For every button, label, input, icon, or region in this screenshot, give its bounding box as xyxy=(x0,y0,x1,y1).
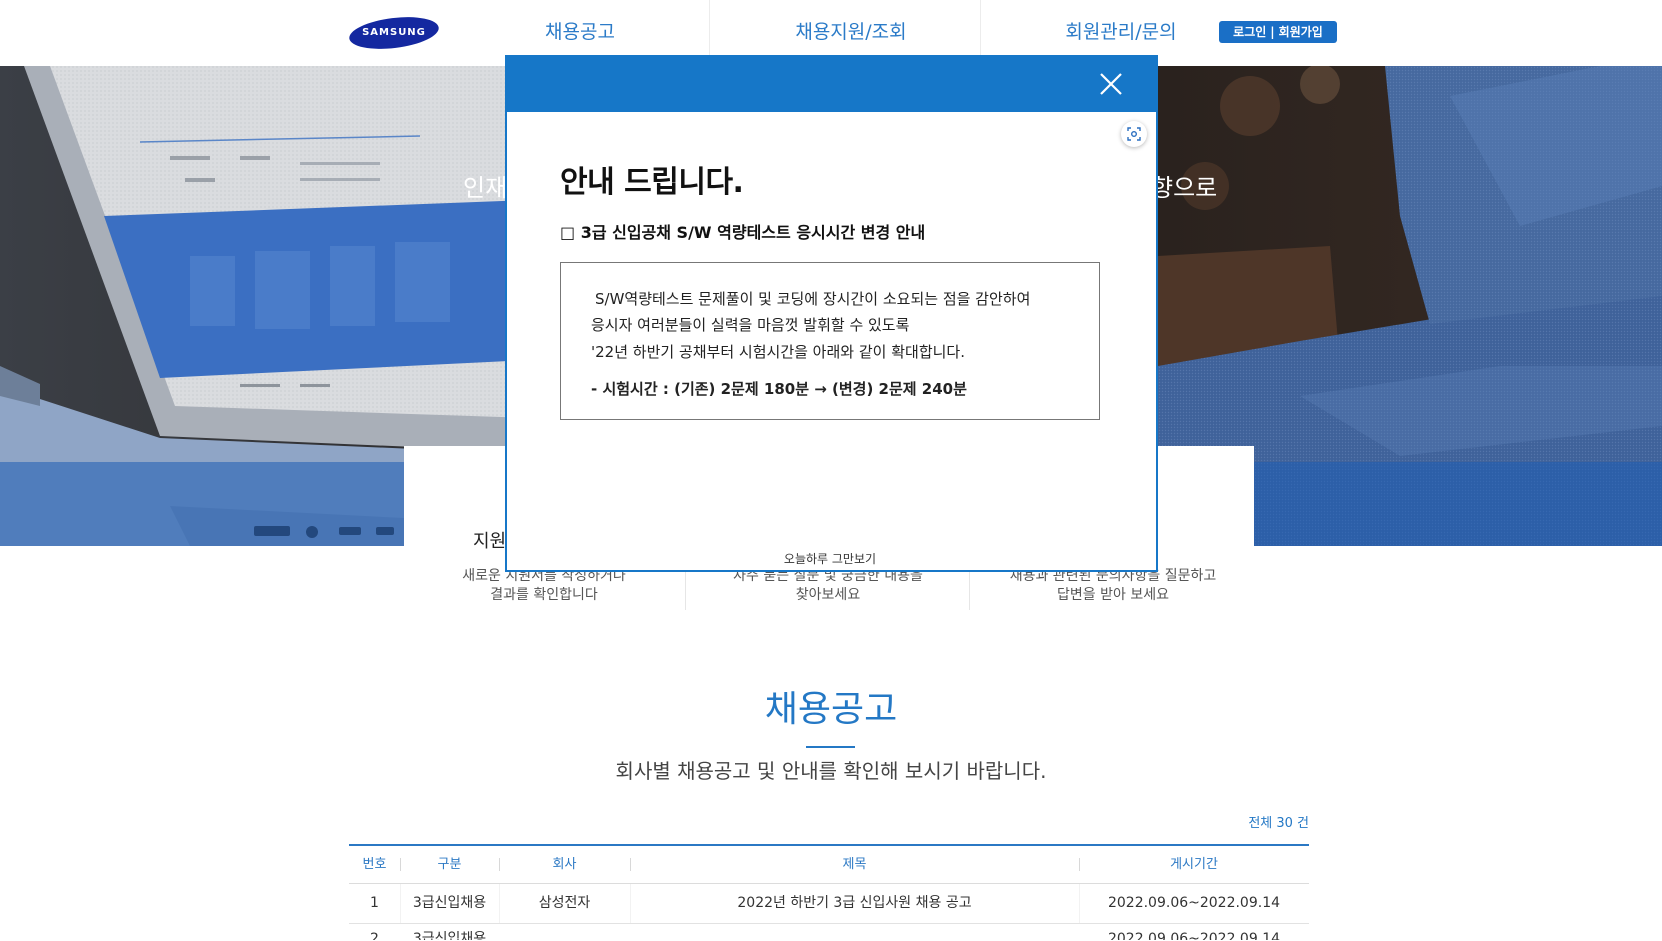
modal-heading: 안내 드립니다. xyxy=(560,165,744,200)
cell-company xyxy=(499,924,630,940)
dismiss-today-link[interactable]: 오늘하루 그만보기 xyxy=(730,551,930,567)
feature-faq[interactable]: 자주 묻는 질문 및 궁금한 내용을 찾아보세요 xyxy=(678,567,978,609)
header-category: 구분 xyxy=(400,846,499,883)
feature-inquiry[interactable]: 채용과 관련된 문의사항을 질문하고 답변을 받아 보세요 xyxy=(963,567,1263,609)
cell-number: 1 xyxy=(370,895,379,911)
header-period: 게시기간 xyxy=(1079,846,1309,883)
login-separator: | xyxy=(1270,25,1275,39)
header-company: 회사 xyxy=(499,846,630,883)
feature-title-apply[interactable]: 지원 xyxy=(473,530,506,554)
notice-modal: 안내 드립니다. □ 3급 신입공채 S/W 역량테스트 응시시간 변경 안내 … xyxy=(505,55,1158,572)
logo-wordmark: SAMSUNG xyxy=(362,27,426,38)
header-title: 제목 xyxy=(630,846,1079,883)
login-link[interactable]: 로그인 xyxy=(1233,21,1266,43)
job-postings-table: 번호 구분 회사 제목 게시기간 1 3급신입채용 삼성전자 2022년 하반기… xyxy=(349,844,1309,940)
scan-lens-icon[interactable] xyxy=(1121,121,1147,147)
close-icon[interactable] xyxy=(1097,70,1125,98)
cell-title-link[interactable]: 2022년 하반기 3급 신입사원 채용 공고 xyxy=(630,884,1079,923)
feature-desc-line: 결과를 확인합니다 xyxy=(490,587,598,603)
notice-line: 응시자 여러분들이 실력을 마음껏 발휘할 수 있도록 xyxy=(591,316,910,334)
section-title-underline xyxy=(806,746,855,748)
samsung-logo[interactable]: SAMSUNG xyxy=(347,12,441,54)
cell-company: 삼성전자 xyxy=(499,884,630,923)
table-header-row: 번호 구분 회사 제목 게시기간 xyxy=(349,844,1309,884)
feature-desc-line: 찾아보세요 xyxy=(795,587,861,603)
cell-category: 3급신입채용 xyxy=(412,931,487,940)
section-title: 채용공고 xyxy=(764,689,898,730)
total-count: 전체 30 건 xyxy=(1248,816,1309,831)
hero-text-left: 인재 xyxy=(463,174,508,202)
exam-time-line: - 시험시간 : (기존) 2문제 180분 → (변경) 2문제 240분 xyxy=(591,380,967,398)
notice-line: S/W역량테스트 문제풀이 및 코딩에 장시간이 소요되는 점을 감안하여 xyxy=(595,290,1031,308)
table-row[interactable]: 2 3급신입채용 2022.09.06~2022.09.14 xyxy=(349,924,1309,940)
section-subtitle: 회사별 채용공고 및 안내를 확인해 보시기 바랍니다. xyxy=(615,759,1047,783)
signup-link[interactable]: 회원가입 xyxy=(1279,21,1323,43)
cell-period: 2022.09.06~2022.09.14 xyxy=(1079,884,1309,923)
cell-number: 2 xyxy=(370,931,379,940)
cell-period: 2022.09.06~2022.09.14 xyxy=(1107,931,1281,940)
login-signup-box: 로그인 | 회원가입 xyxy=(1219,21,1337,43)
notice-box: S/W역량테스트 문제풀이 및 코딩에 장시간이 소요되는 점을 감안하여 응시… xyxy=(560,262,1100,420)
table-row[interactable]: 1 3급신입채용 삼성전자 2022년 하반기 3급 신입사원 채용 공고 20… xyxy=(349,884,1309,924)
feature-desc-line: 답변을 받아 보세요 xyxy=(1057,587,1169,603)
feature-apply[interactable]: 새로운 지원서를 작성하거나 결과를 확인합니다 xyxy=(394,567,694,609)
cell-category: 3급신입채용 xyxy=(400,884,499,923)
notice-line: '22년 하반기 공채부터 시험시간을 아래와 같이 확대합니다. xyxy=(591,343,965,361)
cell-title-link[interactable] xyxy=(630,924,1079,940)
hero-text-right: 향으로 xyxy=(1151,174,1218,202)
header-number: 번호 xyxy=(362,857,387,872)
modal-header xyxy=(507,57,1156,112)
modal-subheading: □ 3급 신입공채 S/W 역량테스트 응시시간 변경 안내 xyxy=(560,223,926,242)
